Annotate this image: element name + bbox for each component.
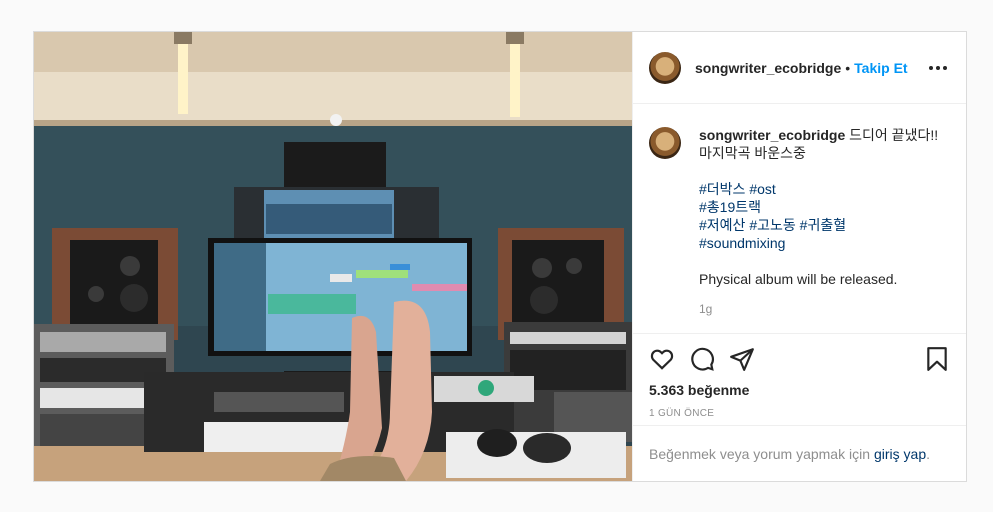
caption: songwriter_ecobridge 드디어 끝냈다!! 마지막곡 바운스중… <box>649 126 950 318</box>
action-bar: 5.363 beğenme 1 GÜN ÖNCE <box>633 333 966 425</box>
more-options-icon[interactable] <box>926 56 950 80</box>
caption-text-line1: 드디어 끝냈다!! <box>849 127 939 143</box>
caption-body: songwriter_ecobridge 드디어 끝냈다!! 마지막곡 바운스중… <box>699 126 938 318</box>
post-sidebar: songwriter_ecobridge • Takip Et songwrit… <box>632 32 966 481</box>
hashtag-link[interactable]: #귀출혈 <box>800 217 846 233</box>
caption-avatar[interactable] <box>649 127 681 159</box>
login-prompt: Beğenmek veya yorum yapmak için giriş ya… <box>633 425 966 481</box>
hashtags: #더박스 #ost #총19트랙 #저예산 #고노동 #귀출혈 #soundmi… <box>699 180 938 252</box>
post-card: songwriter_ecobridge • Takip Et songwrit… <box>33 31 967 482</box>
comments-area: songwriter_ecobridge 드디어 끝냈다!! 마지막곡 바운스중… <box>633 104 966 333</box>
post-photo[interactable] <box>34 32 632 481</box>
login-period: . <box>926 445 931 462</box>
author-username[interactable]: songwriter_ecobridge <box>695 60 841 76</box>
hashtag-link[interactable]: #더박스 <box>699 181 745 197</box>
caption-time[interactable]: 1g <box>699 300 938 318</box>
caption-text-line2: 마지막곡 바운스중 <box>699 145 806 161</box>
heart-icon[interactable] <box>649 346 675 372</box>
post-timestamp[interactable]: 1 GÜN ÖNCE <box>649 408 950 419</box>
login-link[interactable]: giriş yap <box>874 446 926 462</box>
caption-username[interactable]: songwriter_ecobridge <box>699 127 845 143</box>
hashtag-link[interactable]: #저예산 <box>699 217 745 233</box>
studio-photo-image <box>34 32 632 481</box>
hashtag-link[interactable]: #총19트랙 <box>699 199 761 215</box>
follow-button[interactable]: Takip Et <box>854 60 907 76</box>
comment-icon[interactable] <box>689 346 715 372</box>
login-prompt-text: Beğenmek veya yorum yapmak için <box>649 445 870 462</box>
action-icons <box>649 344 950 374</box>
caption-extra-text: Physical album will be released. <box>699 271 898 287</box>
hashtag-link[interactable]: #고노동 <box>749 217 795 233</box>
bookmark-icon[interactable] <box>924 346 950 372</box>
likes-count[interactable]: 5.363 beğenme <box>649 382 950 398</box>
separator-dot: • <box>845 59 851 76</box>
share-icon[interactable] <box>729 346 755 372</box>
hashtag-link[interactable]: #ost <box>749 181 775 197</box>
hashtag-link[interactable]: #soundmixing <box>699 235 785 251</box>
post-header: songwriter_ecobridge • Takip Et <box>633 32 966 104</box>
avatar[interactable] <box>649 51 681 84</box>
